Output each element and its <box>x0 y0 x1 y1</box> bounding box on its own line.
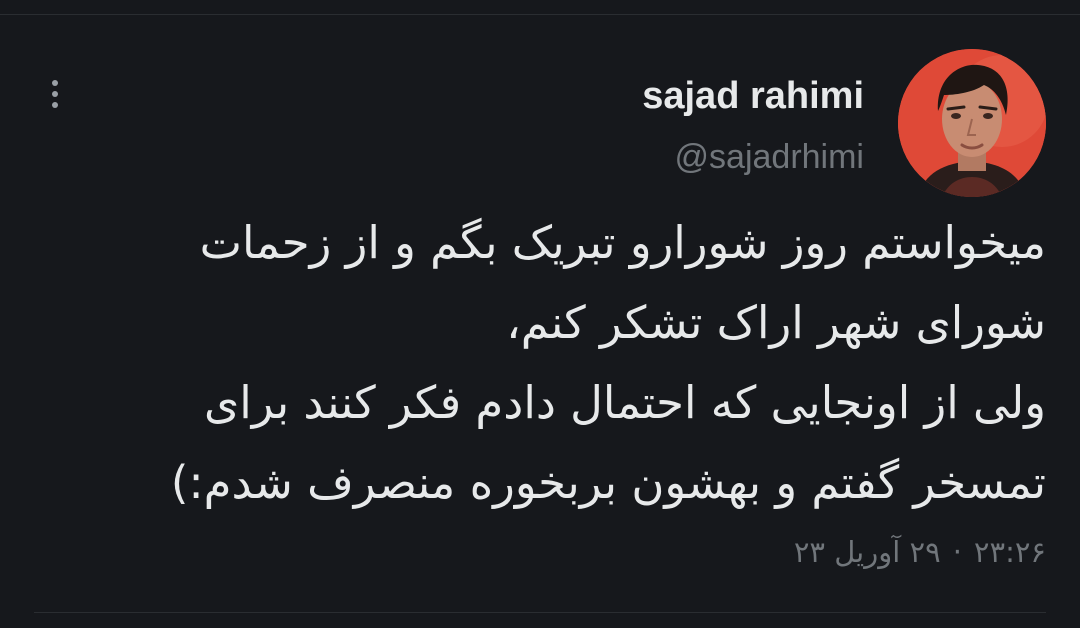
tweet-text-line: میخواستم روز شورارو تبریک بگم و از زحمات <box>199 216 1046 269</box>
avatar[interactable] <box>898 49 1046 197</box>
tweet-text: میخواستم روز شورارو تبریک بگم و از زحمات… <box>46 203 1046 523</box>
tweet-timestamp[interactable]: ۲۳:۲۶ · ۲۹ آوریل ۲۳ <box>794 530 1046 574</box>
author-display-name[interactable]: sajad rahimi <box>642 74 864 118</box>
tweet-text-line: ولی از اونجایی که احتمال دادم فکر کنند ب… <box>204 376 1046 429</box>
more-vertical-icon-dot <box>52 91 58 97</box>
profile-photo <box>898 49 1046 197</box>
tweet-time: ۲۳:۲۶ <box>973 535 1046 569</box>
more-options-button[interactable] <box>40 74 70 114</box>
tweet-text-line: شورای شهر اراک تشکر کنم، <box>506 296 1046 349</box>
timestamp-separator: · <box>952 535 962 569</box>
bottom-divider <box>34 612 1046 613</box>
more-vertical-icon-dot <box>52 102 58 108</box>
more-vertical-icon <box>52 80 58 86</box>
author-handle[interactable]: @sajadrhimi <box>675 137 864 177</box>
top-divider <box>0 14 1080 15</box>
tweet-date: ۲۹ آوریل ۲۳ <box>793 535 941 569</box>
tweet-text-line: تمسخر گفتم و بهشون بربخوره منصرف شدم:) <box>170 456 1046 509</box>
